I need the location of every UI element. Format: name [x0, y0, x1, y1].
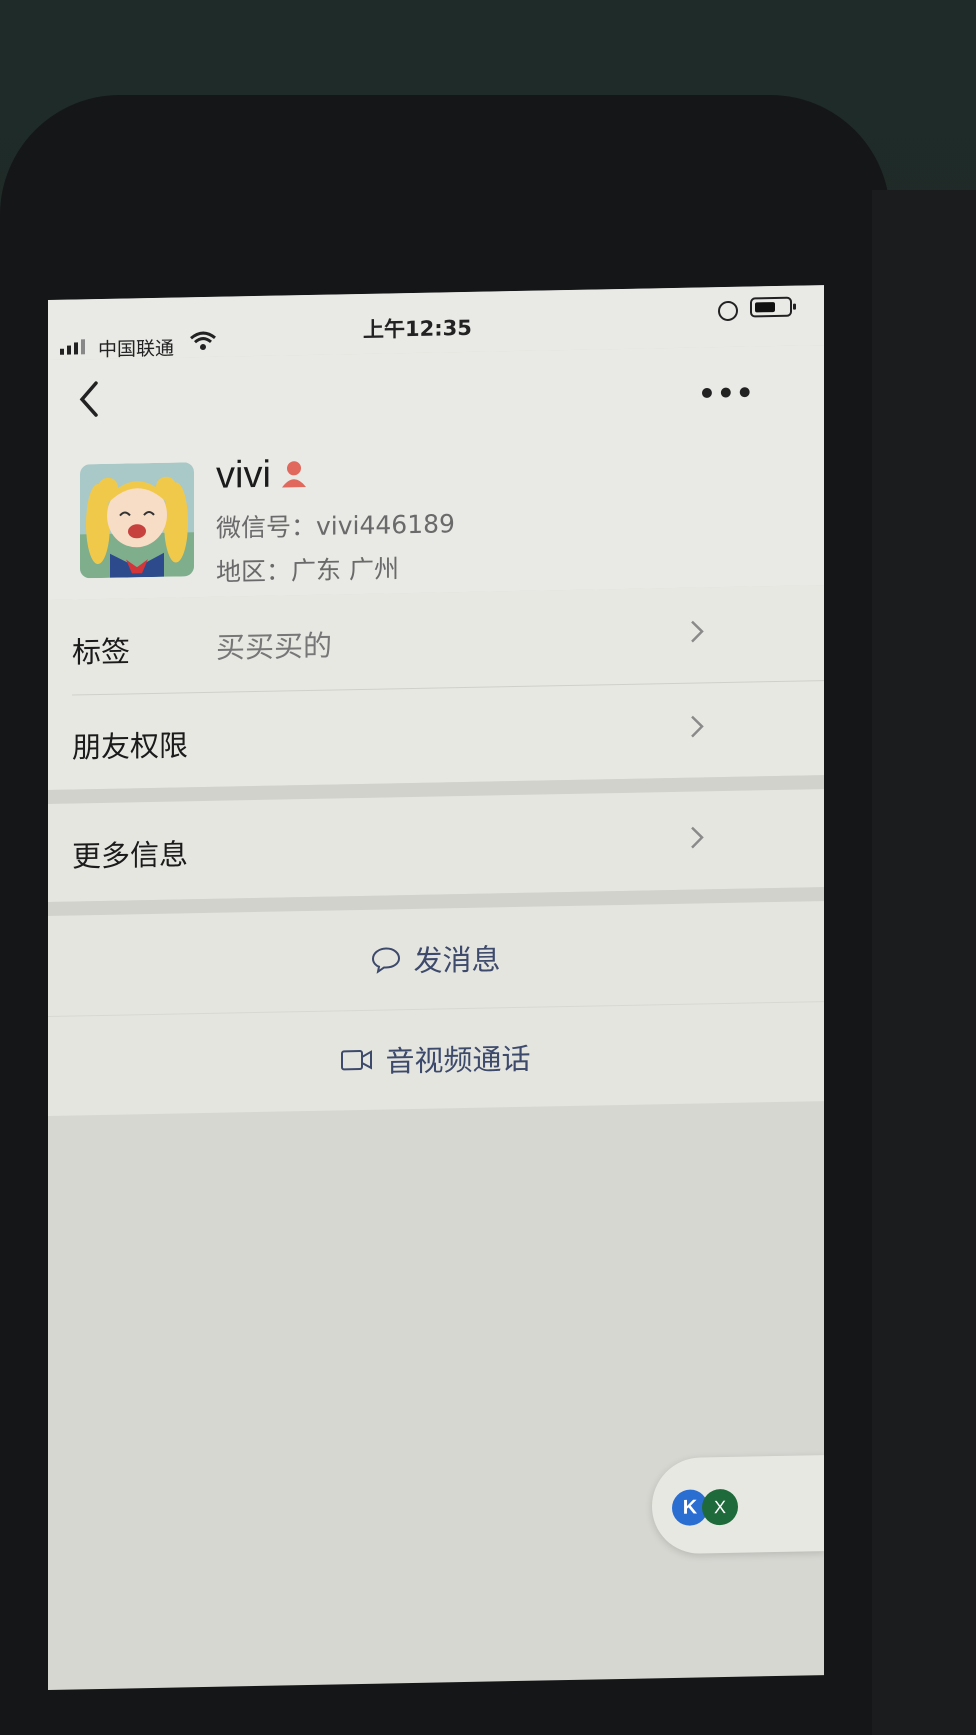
avatar[interactable]: [80, 462, 194, 579]
send-message-label: 发消息: [413, 942, 501, 978]
more-info-label: 更多信息: [72, 837, 189, 874]
region: 地区：广东 广州: [216, 554, 399, 587]
video-call-button[interactable]: 音视频通话: [48, 1001, 824, 1116]
back-icon[interactable]: [72, 377, 106, 422]
more-options-icon[interactable]: •••: [698, 376, 755, 410]
row-tags[interactable]: 标签 买买买的: [48, 585, 824, 696]
row-more-info[interactable]: 更多信息: [48, 789, 824, 902]
wifi-icon: [190, 331, 216, 351]
tags-value: 买买买的: [216, 628, 333, 665]
chevron-right-icon: [691, 826, 704, 849]
rotation-lock-icon: [718, 300, 738, 322]
tags-label: 标签: [72, 634, 131, 670]
video-camera-icon: [341, 1049, 373, 1071]
battery-icon: [750, 296, 792, 318]
video-call-label: 音视频通话: [385, 1041, 531, 1079]
phone-edge: [872, 190, 976, 1735]
send-message-button[interactable]: 发消息: [48, 901, 824, 1017]
chat-bubble-icon: [372, 947, 401, 974]
close-x-icon[interactable]: X: [702, 1488, 738, 1526]
profile-name: vivi: [216, 453, 271, 497]
friend-permission-label: 朋友权限: [72, 728, 189, 765]
phone-screen: 中国联通 上午12:35 ••• vivi 微信号：vivi446189 地区：…: [48, 285, 824, 1690]
chevron-right-icon: [691, 620, 704, 643]
chevron-right-icon: [691, 715, 704, 738]
wechat-id: 微信号：vivi446189: [216, 509, 455, 543]
status-time: 上午12:35: [363, 315, 472, 342]
signal-icon: [60, 339, 85, 355]
floating-widget[interactable]: K X: [652, 1455, 824, 1555]
info-list: 标签 买买买的 朋友权限: [48, 585, 824, 790]
user-gender-icon: [282, 461, 306, 488]
profile-header: ••• vivi 微信号：vivi446189 地区：广东 广州: [48, 345, 824, 600]
row-friend-permission[interactable]: 朋友权限: [48, 680, 824, 790]
action-section: 发消息 音视频通话: [48, 901, 824, 1116]
